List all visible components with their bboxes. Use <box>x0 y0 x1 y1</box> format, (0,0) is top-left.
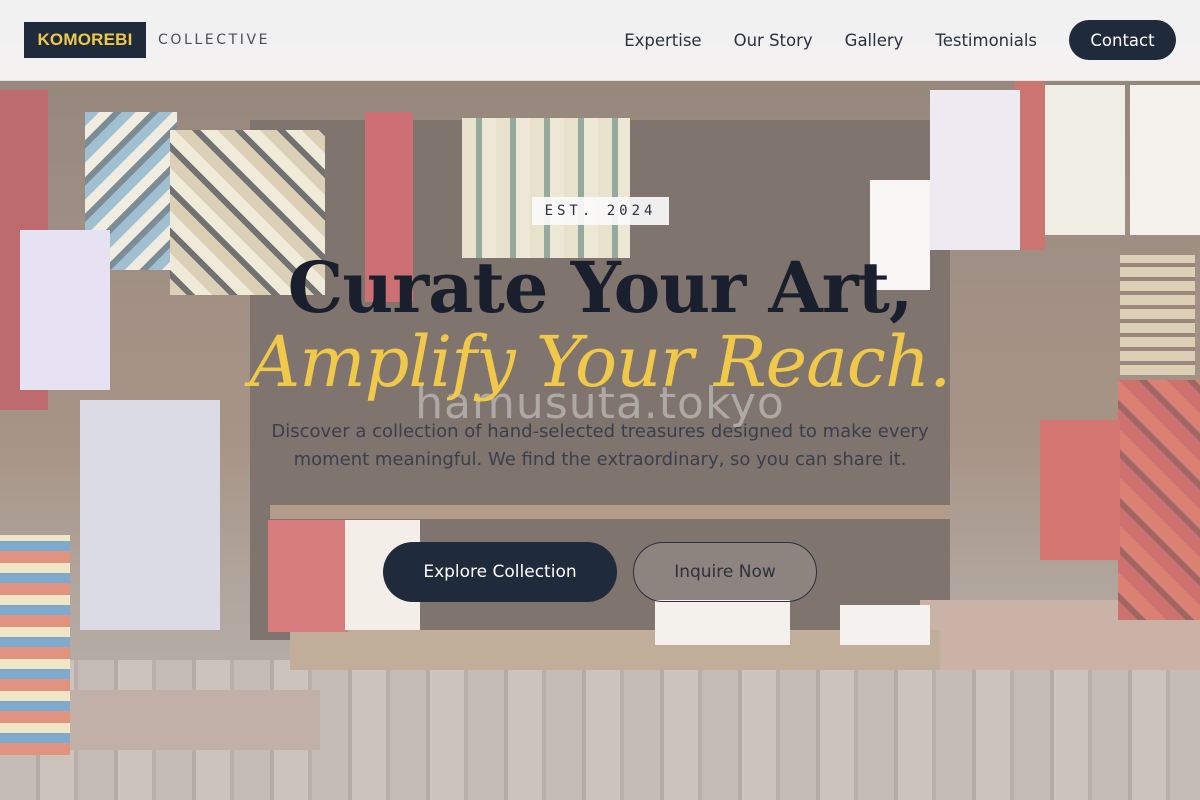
contact-button[interactable]: Contact <box>1069 20 1176 60</box>
hero-headline-accent: Amplify Your Reach. <box>249 321 952 403</box>
site-logo[interactable]: KOMOREBI COLLECTIVE <box>24 22 270 58</box>
main-nav: Expertise Our Story Gallery Testimonials <box>624 31 1037 50</box>
site-header: KOMOREBI COLLECTIVE Expertise Our Story … <box>0 0 1200 81</box>
hero-headline: Curate Your Art, <box>287 246 914 329</box>
explore-collection-button[interactable]: Explore Collection <box>383 542 617 602</box>
hero-subtext: Discover a collection of hand-selected t… <box>271 421 929 470</box>
established-badge: EST. 2024 <box>532 197 669 225</box>
logo-subtitle: COLLECTIVE <box>158 32 271 48</box>
inquire-now-button[interactable]: Inquire Now <box>633 542 817 602</box>
nav-link-our-story[interactable]: Our Story <box>734 31 813 50</box>
nav-link-testimonials[interactable]: Testimonials <box>935 31 1037 50</box>
nav-link-gallery[interactable]: Gallery <box>845 31 904 50</box>
nav-link-expertise[interactable]: Expertise <box>624 31 701 50</box>
logo-wordmark[interactable]: KOMOREBI <box>24 22 146 58</box>
